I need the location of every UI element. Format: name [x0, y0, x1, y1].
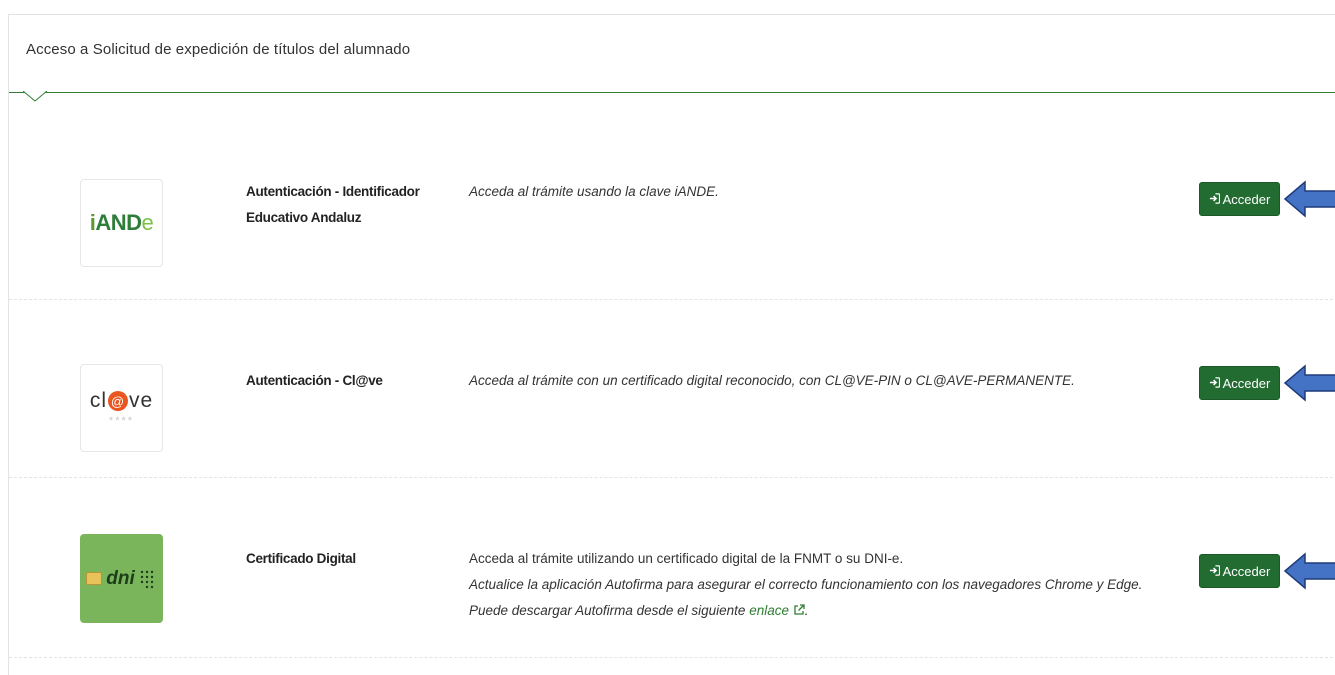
- method-title: Certificado Digital: [246, 551, 356, 566]
- method-title: Autenticación - Identificador Educativo …: [246, 184, 420, 225]
- panel-header: Acceso a Solicitud de expedición de títu…: [9, 15, 1335, 93]
- external-link-icon: [794, 604, 805, 615]
- sign-in-icon: [1209, 564, 1220, 579]
- method-description: Acceda al trámite usando la clave iANDE.: [469, 184, 719, 199]
- method-description: Acceda al trámite con un certificado dig…: [469, 373, 1075, 388]
- page-title: Acceso a Solicitud de expedición de títu…: [26, 41, 411, 58]
- left-arrow-icon: [1283, 364, 1335, 402]
- left-arrow-icon: [1283, 180, 1335, 218]
- acceder-button-iande[interactable]: Acceder: [1199, 182, 1280, 216]
- auth-method-clave: cl @ ve **** Autenticación - Cl@ve Acceda …: [9, 300, 1335, 478]
- dni-logo: dni: [80, 534, 163, 623]
- dots-icon: [140, 570, 153, 588]
- auth-method-iande: iANDe Autenticación - Identificador Educ…: [9, 93, 1335, 300]
- chip-icon: [86, 572, 103, 585]
- access-panel: Acceso a Solicitud de expedición de títu…: [8, 14, 1335, 675]
- clave-logo: cl @ ve ****: [80, 364, 163, 452]
- autofirma-link[interactable]: enlace: [749, 603, 805, 618]
- left-arrow-icon: [1283, 552, 1335, 590]
- auth-method-certificado: dni Certificado Digital Acceda al trámit…: [9, 478, 1335, 658]
- method-description: Acceda al trámite utilizando un certific…: [469, 551, 1143, 618]
- acceder-button-certificado[interactable]: Acceder: [1199, 554, 1280, 588]
- acceder-button-clave[interactable]: Acceder: [1199, 366, 1280, 400]
- iande-logo: iANDe: [80, 179, 163, 267]
- sign-in-icon: [1209, 192, 1220, 207]
- sign-in-icon: [1209, 376, 1220, 391]
- method-title: Autenticación - Cl@ve: [246, 373, 383, 388]
